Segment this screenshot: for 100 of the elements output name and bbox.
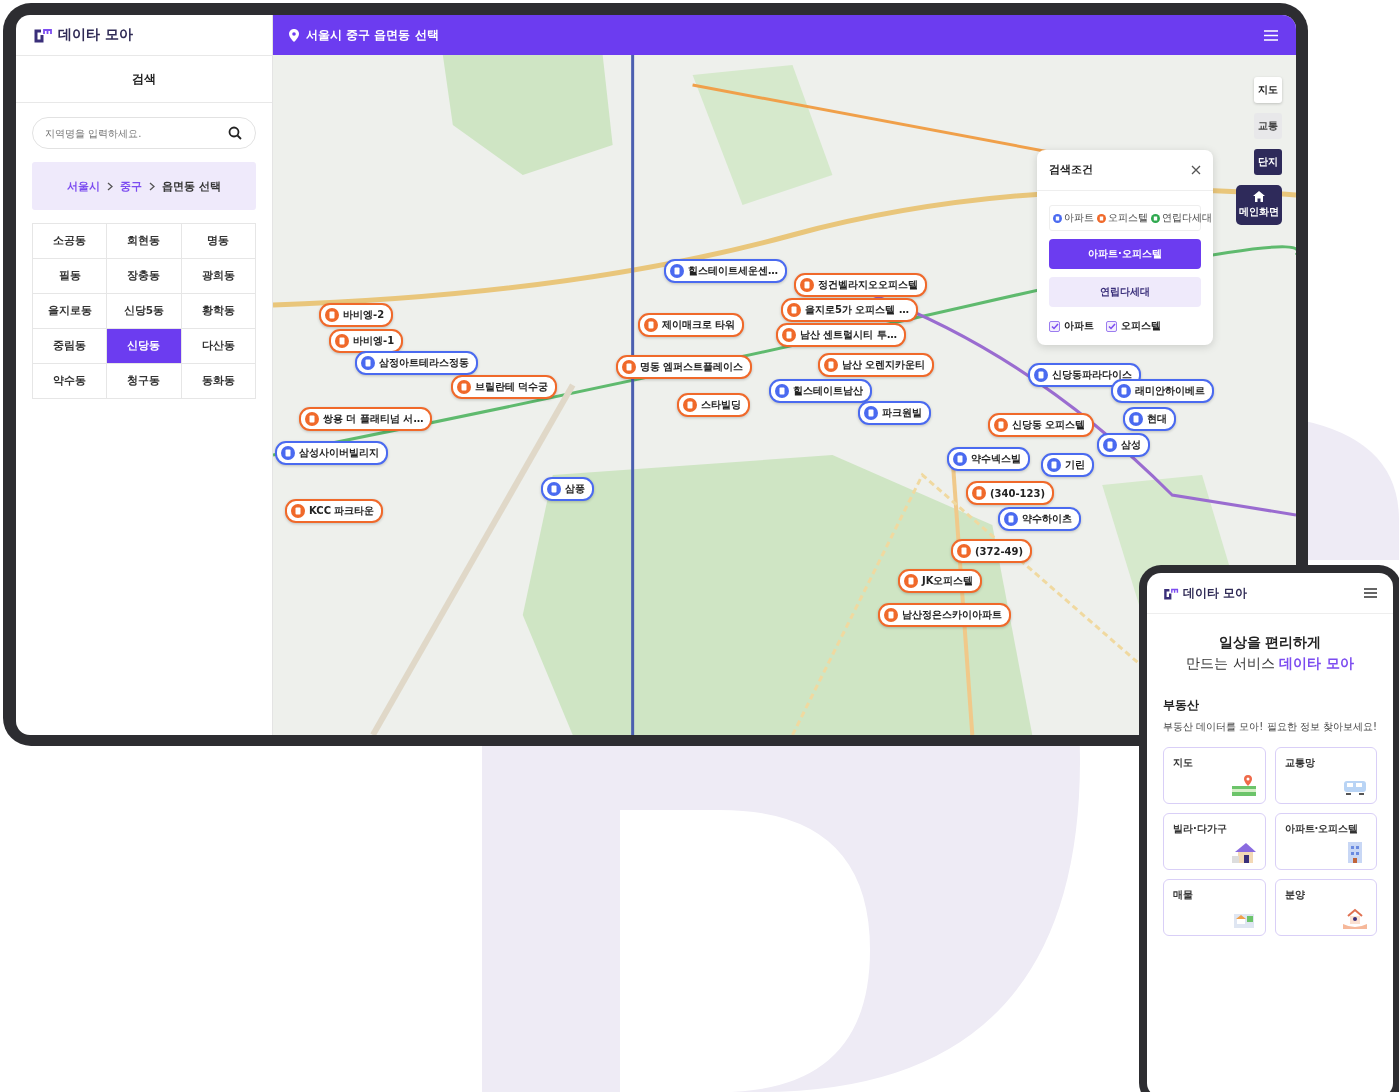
building-icon bbox=[361, 356, 375, 370]
map-marker[interactable]: 바비엥-2 bbox=[319, 303, 394, 327]
map-layer-button[interactable]: 메인화면 bbox=[1236, 185, 1282, 225]
search-icon[interactable] bbox=[228, 126, 242, 140]
building-icon bbox=[305, 412, 319, 426]
map-marker[interactable]: 브릴란테 덕수궁 bbox=[451, 375, 558, 399]
marker-label: 바비엥-1 bbox=[353, 334, 395, 348]
district-item[interactable]: 장충동 bbox=[107, 259, 182, 294]
breadcrumb-link[interactable]: 중구 bbox=[120, 178, 143, 194]
map-marker[interactable]: 정건벨라지오오피스텔 bbox=[794, 273, 927, 297]
district-item[interactable]: 회현동 bbox=[107, 224, 182, 259]
checkbox[interactable] bbox=[1106, 320, 1117, 332]
district-item[interactable]: 약수동 bbox=[33, 364, 108, 399]
district-item[interactable]: 황학동 bbox=[181, 294, 256, 329]
legend-label: 연립다세대 bbox=[1162, 211, 1212, 225]
map-marker[interactable]: 파크원빌 bbox=[858, 401, 931, 425]
marker-label: 삼성 bbox=[1121, 438, 1141, 452]
map-marker[interactable]: 남산정은스카이아파트 bbox=[878, 603, 1011, 627]
map-marker[interactable]: KCC 파크타운 bbox=[285, 499, 384, 523]
map-marker[interactable]: 남산 센트럴시티 투… bbox=[776, 323, 906, 347]
marker-label: 바비엥-2 bbox=[343, 308, 385, 322]
breadcrumb-link[interactable]: 서울시 bbox=[67, 178, 101, 194]
marker-label: 삼정아트테라스정동 bbox=[379, 356, 469, 370]
map-marker[interactable]: 힐스테이트세운센… bbox=[664, 259, 787, 283]
map-marker[interactable]: 래미안하이베르 bbox=[1111, 379, 1214, 403]
map-marker[interactable]: 삼정아트테라스정동 bbox=[355, 351, 478, 375]
map-marker[interactable]: 삼풍 bbox=[541, 477, 594, 501]
district-item[interactable]: 신당동 bbox=[107, 329, 182, 364]
marker-label: 약수하이츠 bbox=[1022, 512, 1072, 526]
house-icon bbox=[1230, 840, 1257, 864]
marker-label: 남산정은스카이아파트 bbox=[902, 608, 1002, 622]
map-marker[interactable]: JK오피스텔 bbox=[898, 569, 983, 593]
map-marker[interactable]: 약수하이츠 bbox=[998, 507, 1081, 531]
card-label: 분양 bbox=[1284, 888, 1306, 902]
map-marker[interactable]: (372-49) bbox=[951, 539, 1033, 563]
building-icon bbox=[335, 334, 349, 348]
district-item[interactable]: 필동 bbox=[33, 259, 108, 294]
category-card[interactable]: 지도 bbox=[1163, 747, 1266, 804]
building-icon bbox=[683, 398, 697, 412]
close-icon[interactable] bbox=[1191, 165, 1201, 175]
marker-label: 기린 bbox=[1065, 458, 1085, 472]
category-card[interactable]: 교통망 bbox=[1274, 747, 1377, 804]
map-marker[interactable]: 을지로5가 오피스텔 … bbox=[781, 298, 918, 322]
map-marker[interactable]: 바비엥-1 bbox=[329, 329, 404, 353]
building-icon bbox=[1103, 438, 1117, 452]
checkbox[interactable] bbox=[1049, 320, 1060, 332]
district-item[interactable]: 다산동 bbox=[181, 329, 256, 364]
map-marker[interactable]: 명동 엠퍼스트플레이스 bbox=[616, 355, 753, 379]
marker-label: 쌍용 더 플래티넘 서… bbox=[323, 412, 424, 426]
category-card[interactable]: 분양 bbox=[1274, 879, 1377, 936]
breadcrumb-link[interactable]: 읍면동 선택 bbox=[162, 178, 221, 194]
district-item[interactable]: 을지로동 bbox=[33, 294, 108, 329]
category-card[interactable]: 빌라·다가구 bbox=[1163, 813, 1266, 870]
marker-label: KCC 파크타운 bbox=[309, 504, 375, 518]
map-marker[interactable]: 삼성사이버빌리지 bbox=[275, 441, 388, 465]
building-icon bbox=[644, 318, 658, 332]
marker-label: 약수넥스빌 bbox=[971, 452, 1021, 466]
map-marker[interactable]: 현대 bbox=[1123, 407, 1176, 431]
district-item[interactable]: 명동 bbox=[181, 224, 256, 259]
section-subtitle: 부동산 데이터를 모아! 필요한 정보 찾아보세요! bbox=[1163, 720, 1377, 734]
category-card[interactable]: 아파트·오피스텔 bbox=[1274, 813, 1377, 870]
map-marker[interactable]: 신당동파라다이스 bbox=[1028, 363, 1141, 387]
menu-icon[interactable] bbox=[1364, 588, 1377, 598]
chevron-icon bbox=[107, 181, 114, 191]
marker-label: 정건벨라지오오피스텔 bbox=[818, 278, 918, 292]
chevron-icon bbox=[149, 181, 156, 191]
card-label: 교통망 bbox=[1284, 756, 1316, 770]
building-icon bbox=[782, 328, 796, 342]
map-layer-button[interactable]: 지도 bbox=[1254, 77, 1282, 103]
search-field[interactable]: 지역명을 입력하세요. bbox=[32, 117, 256, 149]
category-card[interactable]: 매물 bbox=[1163, 879, 1266, 936]
map-marker[interactable]: (340-123) bbox=[966, 481, 1055, 505]
building-icon bbox=[1117, 384, 1131, 398]
district-item[interactable]: 소공동 bbox=[33, 224, 108, 259]
map-marker[interactable]: 신당동 오피스텔 bbox=[988, 413, 1095, 437]
building-icon bbox=[670, 264, 684, 278]
building-icon bbox=[800, 278, 814, 292]
checkbox-label: 오피스텔 bbox=[1121, 319, 1161, 333]
marker-label: 힐스테이트세운센… bbox=[688, 264, 778, 278]
type-button[interactable]: 연립다세대 bbox=[1049, 277, 1201, 307]
map-marker[interactable]: 제이매크로 타워 bbox=[638, 313, 745, 337]
marker-label: JK오피스텔 bbox=[922, 574, 974, 588]
map-marker[interactable]: 쌍용 더 플래티넘 서… bbox=[299, 407, 433, 431]
building-icon bbox=[994, 418, 1008, 432]
district-item[interactable]: 동화동 bbox=[181, 364, 256, 399]
district-item[interactable]: 광희동 bbox=[181, 259, 256, 294]
panel-title: 검색조건 bbox=[1049, 163, 1093, 177]
marker-label: 제이매크로 타워 bbox=[662, 318, 736, 332]
building-icon bbox=[622, 360, 636, 374]
district-item[interactable]: 청구동 bbox=[107, 364, 182, 399]
map-marker[interactable]: 약수넥스빌 bbox=[947, 447, 1030, 471]
map-marker[interactable]: 기린 bbox=[1041, 453, 1094, 477]
type-button[interactable]: 아파트·오피스텔 bbox=[1049, 239, 1201, 269]
marker-label: 스타빌딩 bbox=[701, 398, 741, 412]
map-layer-button[interactable]: 교통 bbox=[1254, 113, 1282, 139]
map-marker[interactable]: 남산 오렌지카운티 bbox=[818, 353, 935, 377]
map-marker[interactable]: 삼성 bbox=[1097, 433, 1150, 457]
map-layer-button[interactable]: 단지 bbox=[1254, 149, 1282, 175]
map-marker[interactable]: 힐스테이트남산 bbox=[769, 379, 872, 403]
map-marker[interactable]: 스타빌딩 bbox=[677, 393, 750, 417]
